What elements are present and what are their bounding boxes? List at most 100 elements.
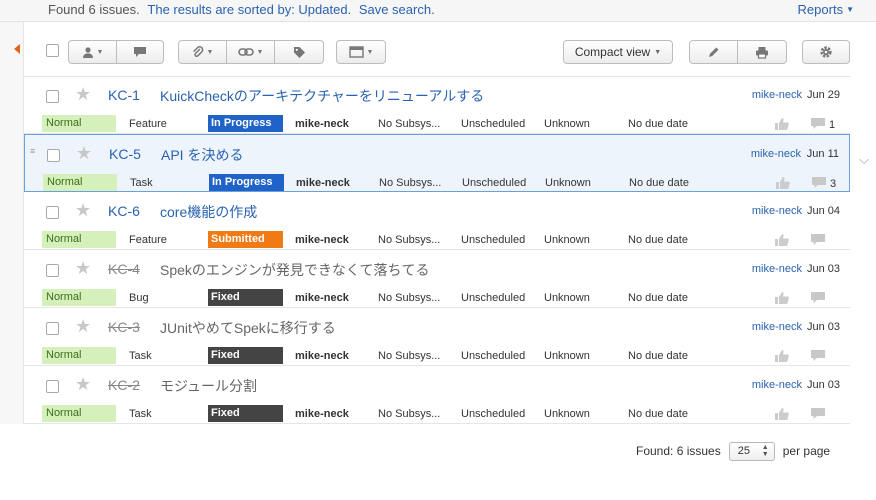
type-field[interactable]: Feature bbox=[129, 118, 167, 130]
star-icon[interactable]: ★ bbox=[75, 200, 91, 221]
estimation-field[interactable]: Unknown bbox=[544, 350, 590, 362]
assignee-field[interactable]: mike-neck bbox=[295, 118, 349, 130]
subsystem-field[interactable]: No Subsys... bbox=[379, 177, 441, 189]
issue-title-link[interactable]: core機能の作成 bbox=[160, 202, 257, 222]
issue-checkbox[interactable] bbox=[46, 322, 59, 335]
state-field[interactable]: Fixed bbox=[208, 405, 283, 422]
reporter-link[interactable]: mike-neck bbox=[751, 148, 801, 160]
priority-field[interactable]: Normal bbox=[42, 347, 116, 364]
sort-order-link[interactable]: The results are sorted by: Updated. bbox=[147, 2, 351, 17]
issue-title-link[interactable]: KuickCheckのアーキテクチャーをリニューアルする bbox=[160, 86, 484, 106]
reports-menu[interactable]: Reports ▼ bbox=[798, 2, 854, 17]
issue-row[interactable]: ★ KC-2 モジュール分割 mike-neck Jun 03 Normal T… bbox=[24, 366, 850, 424]
compact-view-dropdown[interactable]: Compact view ▼ bbox=[563, 40, 673, 64]
fix-version-field[interactable]: Unscheduled bbox=[461, 234, 525, 246]
assignee-button[interactable]: ▼ bbox=[69, 41, 117, 63]
due-date-field[interactable]: No due date bbox=[628, 408, 688, 420]
thumbs-up-icon[interactable] bbox=[774, 349, 790, 363]
thumbs-up-icon[interactable] bbox=[774, 117, 790, 131]
star-icon[interactable]: ★ bbox=[76, 143, 92, 164]
reporter-link[interactable]: mike-neck bbox=[752, 263, 802, 275]
settings-button[interactable] bbox=[803, 41, 849, 63]
per-page-select[interactable]: 25 ▲ ▼ bbox=[728, 441, 775, 461]
issue-title-link[interactable]: モジュール分割 bbox=[160, 376, 257, 396]
due-date-field[interactable]: No due date bbox=[628, 234, 688, 246]
priority-field[interactable]: Normal bbox=[42, 405, 116, 422]
priority-field[interactable]: Normal bbox=[42, 115, 116, 132]
thumbs-up-icon[interactable] bbox=[775, 176, 791, 190]
state-field[interactable]: Fixed bbox=[208, 289, 283, 306]
priority-field[interactable]: Normal bbox=[42, 289, 116, 306]
attachment-button[interactable]: ▼ bbox=[179, 41, 227, 63]
subsystem-field[interactable]: No Subsys... bbox=[378, 408, 440, 420]
thumbs-up-icon[interactable] bbox=[774, 233, 790, 247]
issue-key-link[interactable]: KC-2 bbox=[108, 377, 140, 393]
reporter-link[interactable]: mike-neck bbox=[752, 321, 802, 333]
due-date-field[interactable]: No due date bbox=[628, 292, 688, 304]
issue-row[interactable]: ★ KC-3 JUnitやめてSpekに移行する mike-neck Jun 0… bbox=[24, 308, 850, 366]
comment-count-icon[interactable] bbox=[810, 407, 826, 420]
state-field[interactable]: In Progress bbox=[209, 174, 284, 191]
assignee-field[interactable]: mike-neck bbox=[295, 408, 349, 420]
issue-key-link[interactable]: KC-1 bbox=[108, 87, 140, 103]
issue-checkbox[interactable] bbox=[46, 90, 59, 103]
issue-checkbox[interactable] bbox=[46, 264, 59, 277]
type-field[interactable]: Task bbox=[129, 408, 152, 420]
assignee-field[interactable]: mike-neck bbox=[295, 350, 349, 362]
tag-button[interactable] bbox=[275, 41, 323, 63]
state-field[interactable]: Fixed bbox=[208, 347, 283, 364]
star-icon[interactable]: ★ bbox=[75, 374, 91, 395]
issue-row[interactable]: ★ KC-1 KuickCheckのアーキテクチャーをリニューアルする mike… bbox=[24, 76, 850, 134]
type-field[interactable]: Task bbox=[130, 177, 153, 189]
save-search-link[interactable]: Save search. bbox=[359, 2, 435, 17]
priority-field[interactable]: Normal bbox=[43, 174, 117, 191]
state-field[interactable]: Submitted bbox=[208, 231, 283, 248]
issue-row[interactable]: ★ KC-6 core機能の作成 mike-neck Jun 04 Normal… bbox=[24, 192, 850, 250]
priority-field[interactable]: Normal bbox=[42, 231, 116, 248]
link-button[interactable]: ▼ bbox=[227, 41, 275, 63]
comment-count-icon[interactable] bbox=[810, 117, 826, 130]
due-date-field[interactable]: No due date bbox=[629, 177, 689, 189]
issue-key-link[interactable]: KC-4 bbox=[108, 261, 140, 277]
subsystem-field[interactable]: No Subsys... bbox=[378, 234, 440, 246]
select-all-checkbox[interactable] bbox=[46, 44, 59, 57]
assignee-field[interactable]: mike-neck bbox=[295, 234, 349, 246]
due-date-field[interactable]: No due date bbox=[628, 118, 688, 130]
comment-count-icon[interactable] bbox=[810, 233, 826, 246]
due-date-field[interactable]: No due date bbox=[628, 350, 688, 362]
issue-title-link[interactable]: Spekのエンジンが発見できなくて落ちてる bbox=[160, 260, 430, 280]
thumbs-up-icon[interactable] bbox=[774, 407, 790, 421]
type-field[interactable]: Feature bbox=[129, 234, 167, 246]
estimation-field[interactable]: Unknown bbox=[544, 292, 590, 304]
star-icon[interactable]: ★ bbox=[75, 316, 91, 337]
assignee-field[interactable]: mike-neck bbox=[296, 177, 350, 189]
issue-row[interactable]: ★ KC-4 Spekのエンジンが発見できなくて落ちてる mike-neck J… bbox=[24, 250, 850, 308]
columns-button[interactable]: ▼ bbox=[337, 41, 385, 63]
chevron-down-icon[interactable]: ⌵ bbox=[859, 152, 869, 168]
assignee-field[interactable]: mike-neck bbox=[295, 292, 349, 304]
star-icon[interactable]: ★ bbox=[75, 258, 91, 279]
fix-version-field[interactable]: Unscheduled bbox=[461, 408, 525, 420]
estimation-field[interactable]: Unknown bbox=[544, 234, 590, 246]
comment-button[interactable] bbox=[117, 41, 163, 63]
print-button[interactable] bbox=[738, 41, 786, 63]
issue-checkbox[interactable] bbox=[46, 206, 59, 219]
issue-key-link[interactable]: KC-5 bbox=[109, 146, 141, 162]
fix-version-field[interactable]: Unscheduled bbox=[461, 350, 525, 362]
edit-button[interactable] bbox=[690, 41, 738, 63]
comment-count-icon[interactable] bbox=[810, 291, 826, 304]
reporter-link[interactable]: mike-neck bbox=[752, 379, 802, 391]
thumbs-up-icon[interactable] bbox=[774, 291, 790, 305]
estimation-field[interactable]: Unknown bbox=[544, 408, 590, 420]
comment-count-icon[interactable] bbox=[811, 176, 827, 189]
state-field[interactable]: In Progress bbox=[208, 115, 283, 132]
issue-checkbox[interactable] bbox=[46, 380, 59, 393]
issue-row[interactable]: ≡ ★ KC-5 API を決める mike-neck Jun 11 Norma… bbox=[24, 134, 869, 192]
issue-key-link[interactable]: KC-6 bbox=[108, 203, 140, 219]
comment-count-icon[interactable] bbox=[810, 349, 826, 362]
subsystem-field[interactable]: No Subsys... bbox=[378, 118, 440, 130]
type-field[interactable]: Bug bbox=[129, 292, 149, 304]
subsystem-field[interactable]: No Subsys... bbox=[378, 292, 440, 304]
issue-key-link[interactable]: KC-3 bbox=[108, 319, 140, 335]
reporter-link[interactable]: mike-neck bbox=[752, 89, 802, 101]
